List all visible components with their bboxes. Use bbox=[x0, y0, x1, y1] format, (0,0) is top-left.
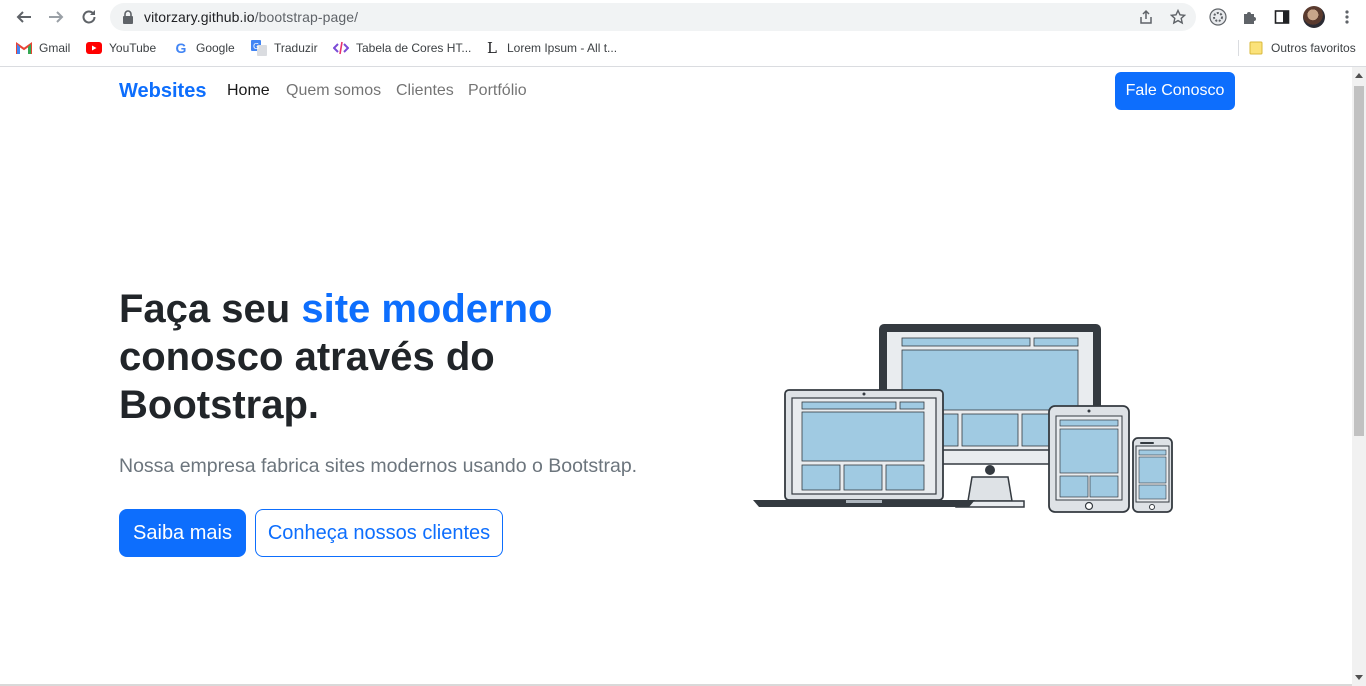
hero-title-start: Faça seu bbox=[119, 287, 302, 331]
back-arrow-icon bbox=[16, 11, 31, 23]
nav-link-clientes[interactable]: Clientes bbox=[396, 82, 454, 100]
hero-title-end: conosco através do Bootstrap. bbox=[119, 335, 495, 427]
hero-lead: Nossa empresa fabrica sites modernos usa… bbox=[119, 455, 638, 477]
nav-link-portfolio[interactable]: Portfólio bbox=[468, 82, 527, 100]
fale-conosco-button[interactable]: Fale Conosco bbox=[1115, 72, 1235, 110]
reload-button[interactable] bbox=[77, 5, 101, 29]
url-text: vitorzary.github.io/bootstrap-page/ bbox=[144, 9, 359, 25]
bookmark-star-icon[interactable] bbox=[1170, 9, 1186, 25]
profile-avatar[interactable] bbox=[1303, 6, 1325, 28]
nav-link-quem-somos[interactable]: Quem somos bbox=[286, 82, 381, 100]
site-navbar: Websites Home Quem somos Clientes Portfó… bbox=[0, 67, 1352, 117]
hero-title-accent: site moderno bbox=[301, 287, 553, 331]
bookmark-youtube[interactable]: YouTube bbox=[86, 39, 156, 57]
page-scrollbar[interactable] bbox=[1352, 67, 1366, 686]
bookmark-label: YouTube bbox=[109, 41, 157, 55]
bookmark-gmail[interactable]: Gmail bbox=[16, 39, 70, 57]
bookmark-label: Lorem Ipsum - All t... bbox=[507, 41, 618, 55]
bookmark-label: Tabela de Cores HT... bbox=[356, 41, 472, 55]
bookmark-traduzir[interactable]: G Traduzir bbox=[251, 39, 318, 57]
phone-graphic bbox=[1132, 437, 1173, 513]
page-viewport: Websites Home Quem somos Clientes Portfó… bbox=[0, 67, 1352, 686]
address-bar[interactable]: vitorzary.github.io/bootstrap-page/ bbox=[110, 3, 1196, 31]
scroll-up-arrow-icon[interactable] bbox=[1355, 73, 1363, 78]
reload-icon bbox=[82, 10, 96, 24]
forward-button[interactable] bbox=[44, 5, 68, 29]
svg-text:G: G bbox=[253, 42, 259, 51]
side-panel-icon[interactable] bbox=[1271, 6, 1293, 28]
browser-toolbar: vitorzary.github.io/bootstrap-page/ bbox=[0, 0, 1366, 34]
scroll-down-arrow-icon[interactable] bbox=[1355, 675, 1363, 680]
youtube-icon bbox=[86, 40, 102, 56]
bookmark-tabela-cores[interactable]: Tabela de Cores HT... bbox=[333, 39, 471, 57]
extensions-puzzle-icon[interactable] bbox=[1239, 6, 1261, 28]
google-icon: G bbox=[175, 40, 187, 56]
nav-link-home[interactable]: Home bbox=[227, 82, 270, 100]
saiba-mais-button[interactable]: Saiba mais bbox=[119, 509, 246, 557]
menu-dots-icon[interactable] bbox=[1336, 6, 1358, 28]
bookmark-folder-outros[interactable]: Outros favoritos bbox=[1248, 39, 1356, 57]
code-icon bbox=[333, 40, 349, 56]
extension-gear-icon[interactable] bbox=[1207, 6, 1229, 28]
share-icon[interactable] bbox=[1138, 9, 1154, 25]
folder-icon bbox=[1248, 40, 1264, 56]
devices-illustration bbox=[753, 324, 1173, 513]
hero-title: Faça seu site moderno conosco através do … bbox=[119, 285, 639, 429]
translate-icon: G bbox=[251, 40, 267, 56]
tablet-graphic bbox=[1048, 405, 1130, 513]
lock-icon bbox=[123, 10, 133, 24]
laptop-graphic bbox=[753, 389, 975, 507]
gmail-icon bbox=[16, 40, 32, 56]
lorem-icon: L bbox=[487, 39, 497, 57]
bookmark-label: Outros favoritos bbox=[1271, 41, 1356, 55]
bookmark-label: Gmail bbox=[39, 41, 71, 55]
conheca-clientes-button[interactable]: Conheça nossos clientes bbox=[255, 509, 503, 557]
bookmark-lorem-ipsum[interactable]: L Lorem Ipsum - All t... bbox=[484, 39, 617, 57]
back-button[interactable] bbox=[12, 5, 36, 29]
bookmark-label: Traduzir bbox=[274, 41, 318, 55]
forward-arrow-icon bbox=[49, 11, 64, 23]
site-brand[interactable]: Websites bbox=[119, 80, 206, 103]
bookmarks-separator bbox=[1238, 40, 1239, 56]
bookmark-label: Google bbox=[196, 41, 235, 55]
bookmark-google[interactable]: G Google bbox=[173, 39, 235, 57]
bookmarks-bar: Gmail YouTube G Google G Traduzir Tabela… bbox=[0, 34, 1366, 62]
scrollbar-thumb[interactable] bbox=[1354, 86, 1364, 436]
